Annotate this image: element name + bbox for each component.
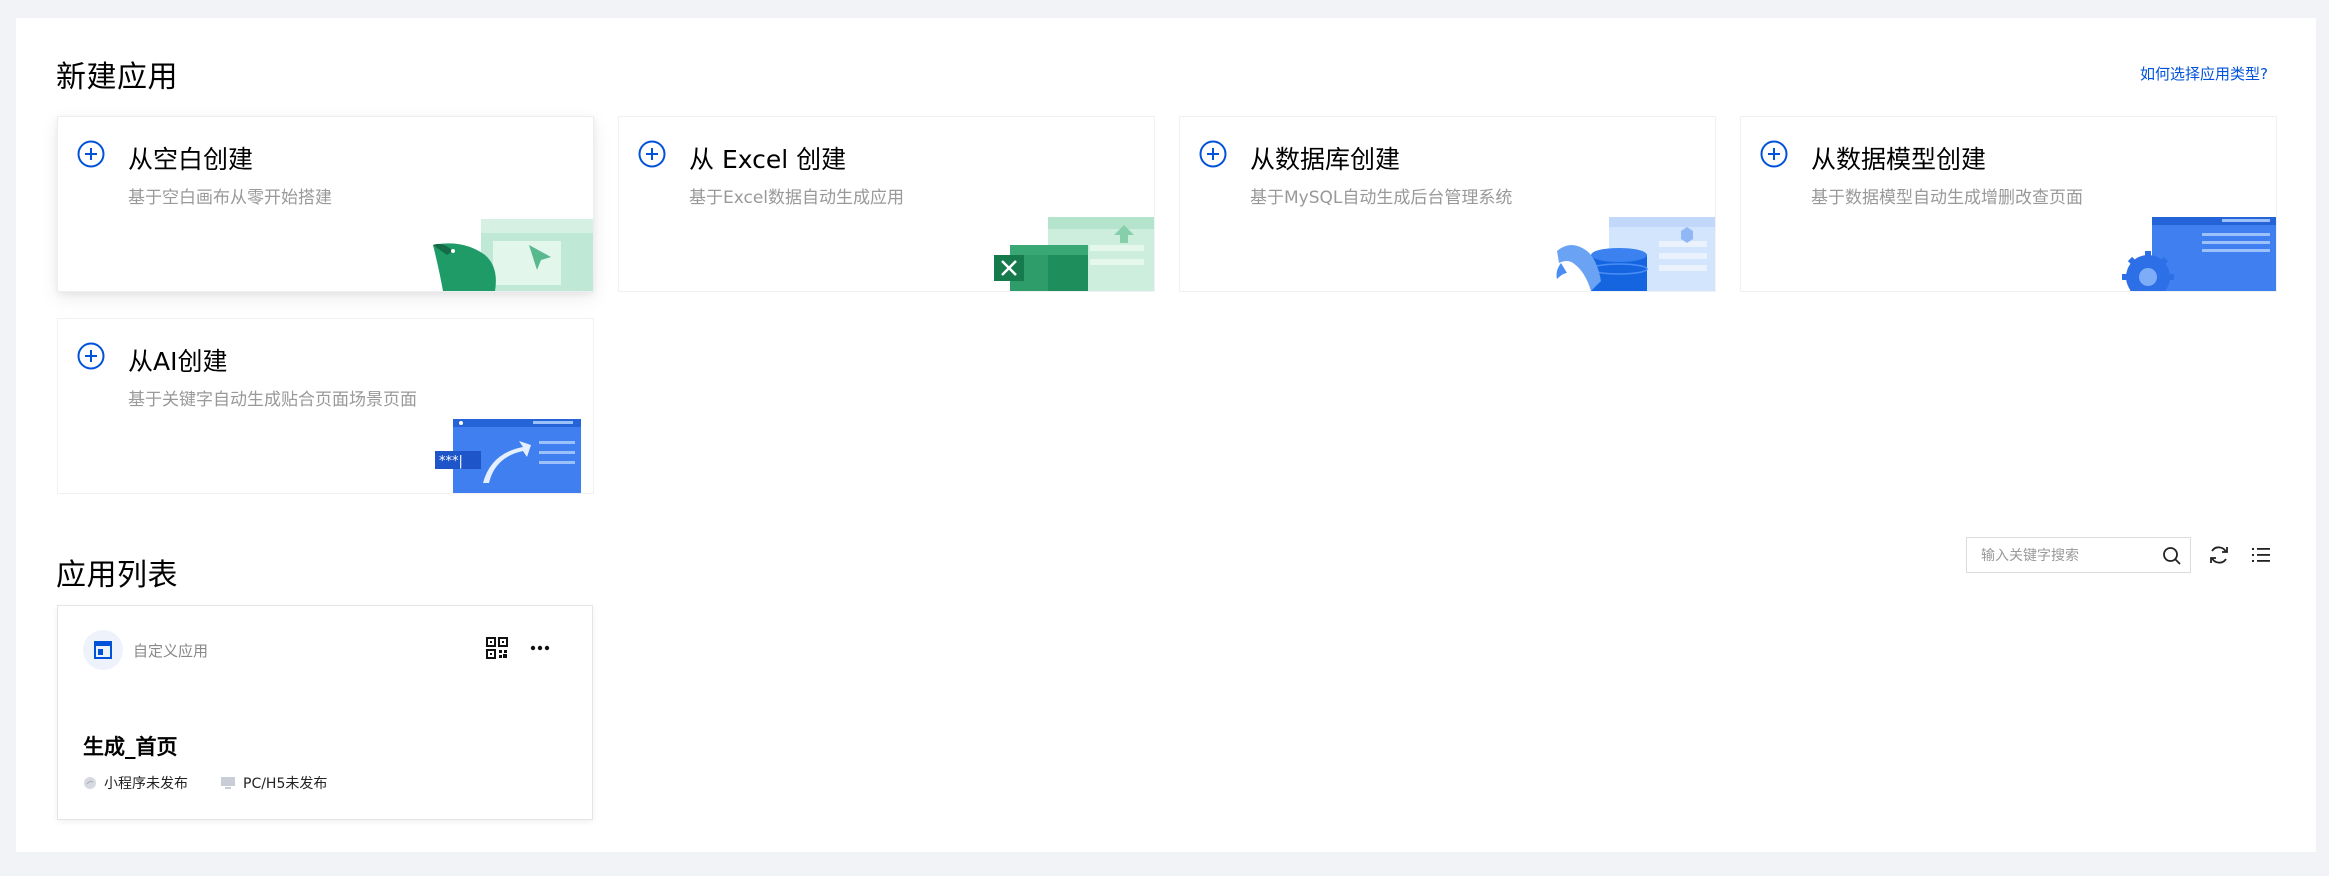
create-from-ai-card[interactable]: 从AI创建 基于关键字自动生成贴合页面场景页面 ***| <box>57 318 594 494</box>
new-app-title: 新建应用 <box>56 60 178 95</box>
card-desc: 基于MySQL自动生成后台管理系统 <box>1250 188 1513 208</box>
excel-illustration <box>994 217 1154 291</box>
monitor-icon <box>221 777 235 789</box>
data-model-illustration <box>2122 217 2276 291</box>
app-name: 生成_首页 <box>83 735 178 759</box>
card-title: 从空白创建 <box>128 145 254 174</box>
more-icon[interactable] <box>528 636 552 660</box>
ai-illustration-text: ***| <box>439 454 463 469</box>
app-list-title: 应用列表 <box>56 558 178 593</box>
card-desc: 基于空白画布从零开始搭建 <box>128 188 332 208</box>
create-from-database-card[interactable]: 从数据库创建 基于MySQL自动生成后台管理系统 <box>1179 116 1716 292</box>
add-circle-icon <box>1199 140 1227 168</box>
app-card[interactable]: 自定义应用 生成_首页 小程序未发布 PC/H5未发布 <box>57 605 593 820</box>
add-circle-icon <box>1760 140 1788 168</box>
card-title: 从数据库创建 <box>1250 145 1401 174</box>
card-desc: 基于数据模型自动生成增删改查页面 <box>1811 188 2083 208</box>
miniprogram-icon <box>84 777 96 789</box>
miniprogram-status: 小程序未发布 <box>83 773 188 793</box>
app-type-icon <box>83 630 123 670</box>
card-title: 从数据模型创建 <box>1811 145 1987 174</box>
card-title: 从AI创建 <box>128 347 228 376</box>
miniprogram-status-text: 小程序未发布 <box>104 776 188 792</box>
refresh-icon[interactable] <box>2207 543 2231 567</box>
create-from-data-model-card[interactable]: 从数据模型创建 基于数据模型自动生成增删改查页面 <box>1740 116 2277 292</box>
search-box <box>1966 537 2191 573</box>
app-type-label: 自定义应用 <box>133 642 209 660</box>
add-circle-icon <box>77 140 105 168</box>
search-input[interactable] <box>1979 545 2153 567</box>
blank-canvas-illustration <box>433 219 593 291</box>
list-view-icon[interactable] <box>2249 543 2273 567</box>
card-desc: 基于关键字自动生成贴合页面场景页面 <box>128 390 417 410</box>
help-link[interactable]: 如何选择应用类型? <box>2140 63 2268 84</box>
pc-status: PC/H5未发布 <box>220 773 327 793</box>
create-from-excel-card[interactable]: 从 Excel 创建 基于Excel数据自动生成应用 <box>618 116 1155 292</box>
card-desc: 基于Excel数据自动生成应用 <box>689 188 905 208</box>
qr-code-icon[interactable] <box>486 637 508 659</box>
card-title: 从 Excel 创建 <box>689 145 847 174</box>
pc-status-text: PC/H5未发布 <box>243 776 328 792</box>
search-icon[interactable] <box>2162 546 2182 566</box>
create-from-blank-card[interactable]: 从空白创建 基于空白画布从零开始搭建 <box>57 116 594 292</box>
add-circle-icon <box>77 342 105 370</box>
database-illustration <box>1556 217 1715 291</box>
ai-illustration: ***| <box>435 419 581 493</box>
add-circle-icon <box>638 140 666 168</box>
